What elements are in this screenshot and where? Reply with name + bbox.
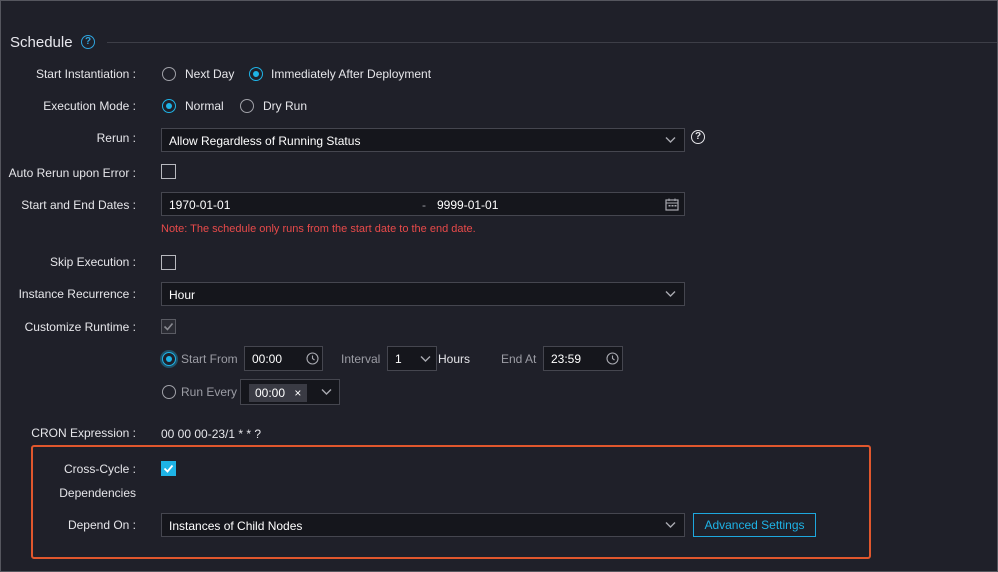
calendar-icon[interactable] bbox=[665, 198, 679, 211]
start-from-label[interactable]: Start From bbox=[181, 352, 238, 366]
skip-execution-checkbox[interactable] bbox=[161, 255, 176, 270]
auto-rerun-label: Auto Rerun upon Error : bbox=[8, 166, 136, 180]
radio-start-from[interactable] bbox=[162, 352, 176, 366]
end-time-value: 23:59 bbox=[551, 352, 582, 366]
instance-recurrence-label: Instance Recurrence : bbox=[18, 287, 136, 301]
customize-runtime-checkbox[interactable] bbox=[161, 319, 176, 334]
cross-cycle-label-2: Dependencies bbox=[59, 486, 136, 500]
section-title: Schedule bbox=[10, 34, 73, 51]
end-date[interactable]: 9999-01-01 bbox=[437, 198, 498, 212]
start-time-value: 00:00 bbox=[252, 352, 283, 366]
radio-next-day-label[interactable]: Next Day bbox=[185, 67, 234, 81]
skip-execution-label: Skip Execution : bbox=[49, 255, 136, 269]
execution-mode-label: Execution Mode : bbox=[43, 99, 136, 113]
depend-on-select[interactable]: Instances of Child Nodes bbox=[161, 513, 685, 537]
end-time-picker[interactable]: 23:59 bbox=[543, 346, 623, 371]
date-note: Note: The schedule only runs from the st… bbox=[161, 223, 476, 235]
radio-dry-run[interactable] bbox=[240, 99, 254, 113]
close-icon[interactable]: × bbox=[294, 386, 301, 400]
clock-icon bbox=[606, 352, 619, 365]
run-every-tag: 00:00 × bbox=[249, 384, 308, 402]
check-icon bbox=[163, 464, 174, 473]
depend-on-label: Depend On : bbox=[67, 518, 136, 532]
start-date[interactable]: 1970-01-01 bbox=[169, 198, 230, 212]
chevron-down-icon bbox=[665, 137, 676, 143]
rerun-help-icon[interactable]: ? bbox=[691, 130, 705, 144]
customize-runtime-label: Customize Runtime : bbox=[24, 320, 136, 334]
start-instantiation-label: Start Instantiation : bbox=[35, 67, 136, 81]
instance-recurrence-value: Hour bbox=[169, 288, 196, 302]
radio-dry-run-label[interactable]: Dry Run bbox=[263, 99, 307, 113]
run-every-tag-value: 00:00 bbox=[255, 386, 286, 400]
radio-next-day[interactable] bbox=[162, 67, 176, 81]
auto-rerun-checkbox[interactable] bbox=[161, 164, 176, 179]
radio-normal[interactable] bbox=[162, 99, 176, 113]
highlight-box bbox=[31, 445, 871, 559]
cross-cycle-checkbox[interactable] bbox=[161, 461, 176, 476]
cron-value: 00 00 00-23/1 * * ? bbox=[161, 427, 262, 441]
run-every-select[interactable]: 00:00 × bbox=[240, 379, 340, 405]
date-separator: - bbox=[422, 198, 426, 212]
instance-recurrence-select[interactable]: Hour bbox=[161, 282, 685, 306]
rerun-value: Allow Regardless of Running Status bbox=[169, 134, 361, 148]
end-at-label: End At bbox=[501, 352, 537, 366]
check-icon bbox=[163, 322, 174, 331]
chevron-down-icon bbox=[665, 522, 676, 528]
interval-value: 1 bbox=[395, 352, 402, 366]
section-divider bbox=[107, 42, 997, 43]
cross-cycle-label: Cross-Cycle : bbox=[63, 462, 136, 476]
cron-label: CRON Expression : bbox=[31, 426, 136, 440]
dates-label: Start and End Dates : bbox=[21, 198, 136, 212]
interval-select[interactable]: 1 bbox=[387, 346, 437, 371]
rerun-label: Rerun : bbox=[96, 131, 136, 145]
advanced-settings-button[interactable]: Advanced Settings bbox=[693, 513, 816, 537]
radio-immediately-label[interactable]: Immediately After Deployment bbox=[271, 67, 431, 81]
clock-icon bbox=[306, 352, 319, 365]
rerun-select[interactable]: Allow Regardless of Running Status bbox=[161, 128, 685, 152]
radio-run-every[interactable] bbox=[162, 385, 176, 399]
radio-normal-label[interactable]: Normal bbox=[185, 99, 224, 113]
interval-unit: Hours bbox=[438, 352, 471, 366]
date-range-picker[interactable]: 1970-01-01 - 9999-01-01 bbox=[161, 192, 685, 216]
radio-immediately-after-deployment[interactable] bbox=[249, 67, 263, 81]
chevron-down-icon bbox=[665, 291, 676, 297]
run-every-label[interactable]: Run Every bbox=[181, 385, 237, 399]
depend-on-value: Instances of Child Nodes bbox=[169, 519, 303, 533]
chevron-down-icon bbox=[420, 356, 431, 362]
help-icon[interactable]: ? bbox=[81, 35, 95, 49]
chevron-down-icon bbox=[321, 389, 332, 395]
interval-label: Interval bbox=[341, 352, 381, 366]
start-time-picker[interactable]: 00:00 bbox=[244, 346, 323, 371]
